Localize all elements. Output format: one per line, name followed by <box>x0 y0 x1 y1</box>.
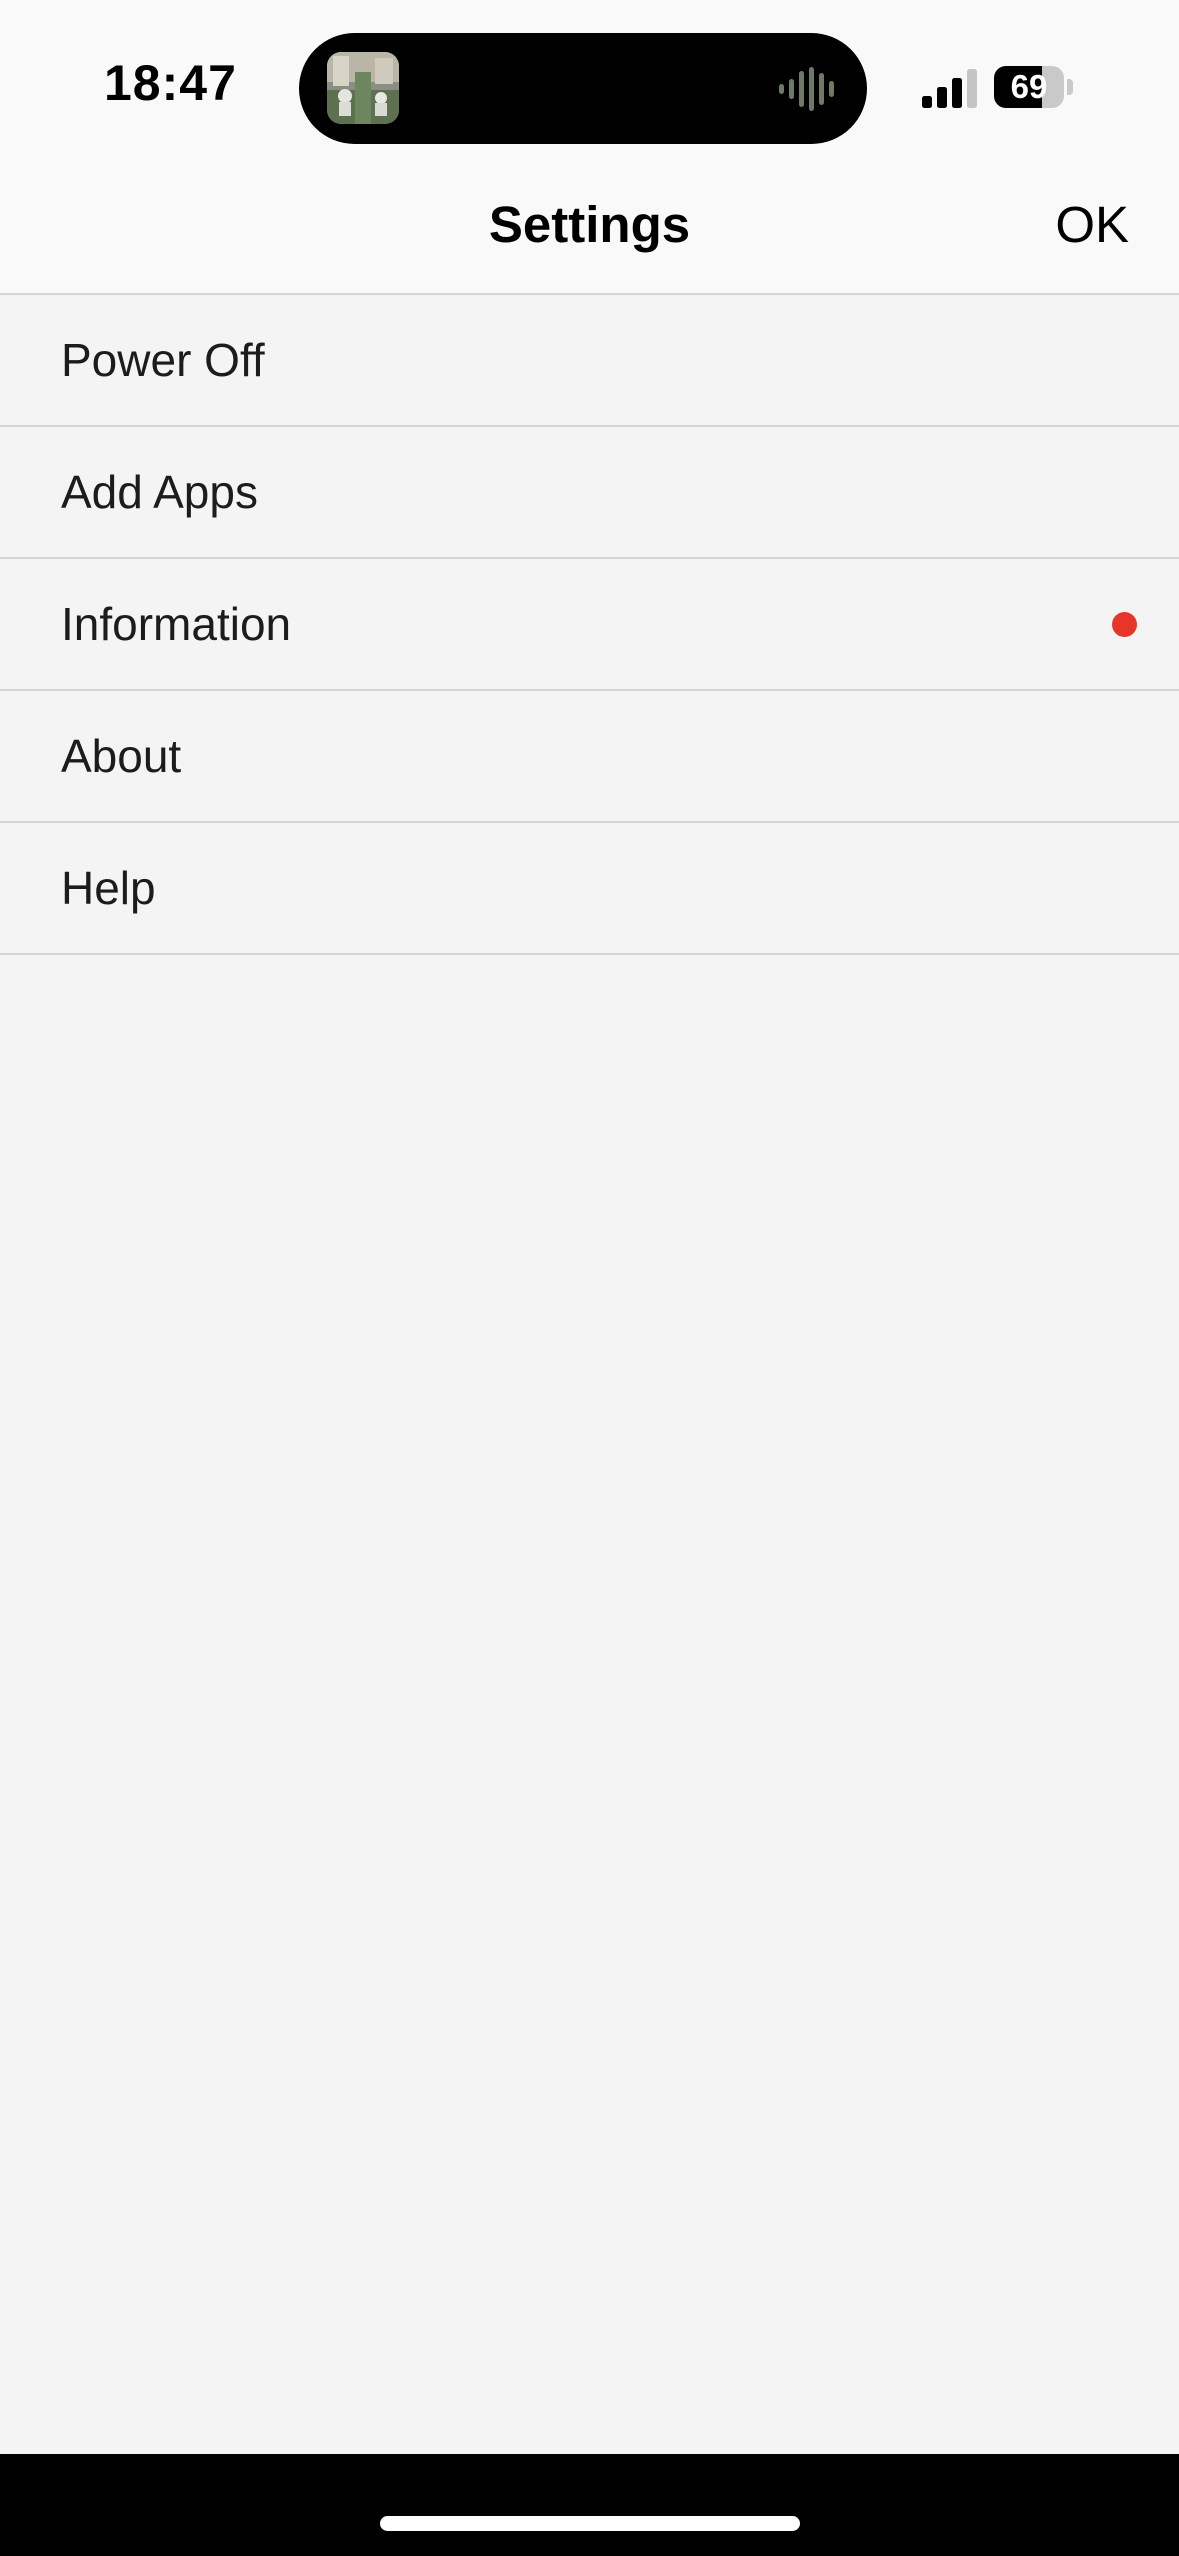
status-time: 18:47 <box>104 55 237 111</box>
cellular-signal-icon <box>922 68 980 108</box>
status-bar: 18:47 69 <box>0 0 1179 170</box>
settings-menu-list: Power Off Add Apps Information About Hel… <box>0 295 1179 955</box>
menu-item-label: About <box>61 730 182 782</box>
navigation-bar: Settings OK <box>0 170 1179 295</box>
menu-item-power-off[interactable]: Power Off <box>0 295 1179 427</box>
menu-item-label: Power Off <box>61 334 265 386</box>
dynamic-island[interactable] <box>299 33 867 144</box>
now-playing-artwork-icon[interactable] <box>327 52 399 124</box>
battery-level: 69 <box>1010 68 1048 105</box>
signal-bar <box>952 78 962 108</box>
audio-waveform-icon <box>777 67 841 111</box>
page-title: Settings <box>488 196 691 253</box>
battery-icon: 69 <box>994 66 1074 108</box>
ok-button[interactable]: OK <box>1055 195 1129 254</box>
home-indicator[interactable] <box>380 2516 800 2531</box>
signal-bar <box>922 96 932 108</box>
menu-item-label: Information <box>61 598 292 650</box>
battery-nub <box>1067 79 1073 95</box>
home-indicator-area <box>0 2454 1179 2556</box>
signal-bar <box>967 69 977 108</box>
menu-item-add-apps[interactable]: Add Apps <box>0 427 1179 559</box>
signal-bar <box>937 87 947 108</box>
menu-item-about[interactable]: About <box>0 691 1179 823</box>
menu-item-information[interactable]: Information <box>0 559 1179 691</box>
menu-item-label: Add Apps <box>61 466 258 518</box>
notification-dot-icon <box>1112 612 1137 637</box>
menu-item-label: Help <box>61 862 156 914</box>
menu-item-help[interactable]: Help <box>0 823 1179 955</box>
